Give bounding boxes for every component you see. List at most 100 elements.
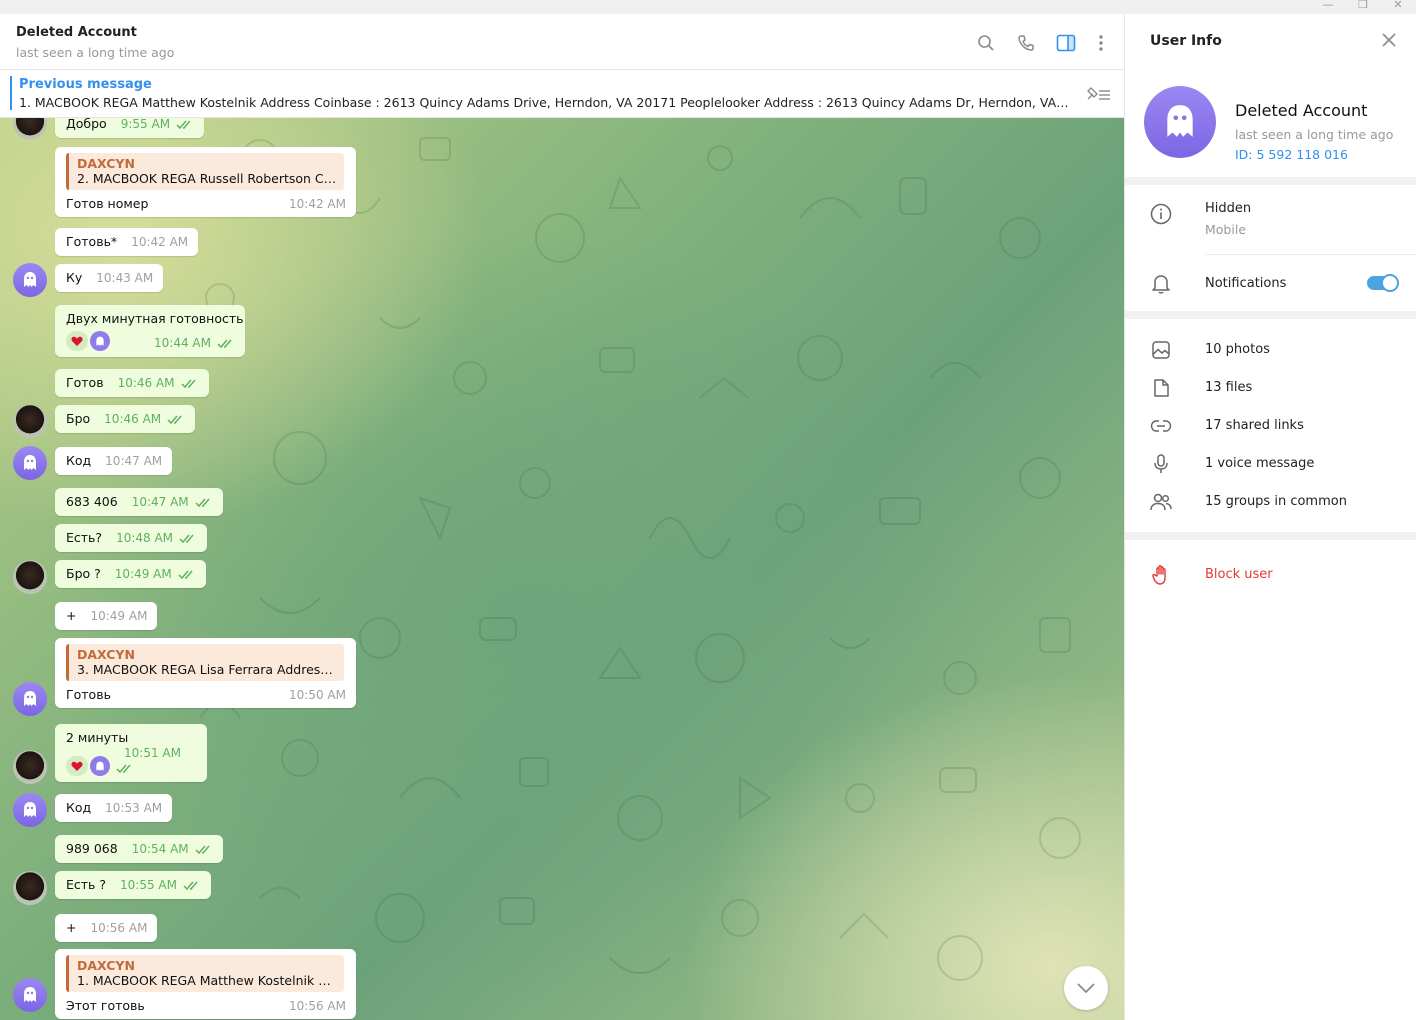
heart-reaction-icon[interactable] <box>66 331 88 351</box>
media-links[interactable]: 17 shared links <box>1205 418 1304 433</box>
message-time: 10:47 AM <box>131 495 189 509</box>
photo-icon <box>1149 338 1173 362</box>
message-bubble[interactable]: DAXCYN 3. MACBOOK REGA Lisa Ferrara Addr… <box>55 638 356 708</box>
profile-status: last seen a long time ago <box>1235 127 1394 142</box>
message-bubble[interactable]: 2 минуты 10:51 AM <box>55 724 207 782</box>
contact-avatar[interactable] <box>13 404 47 438</box>
message-bubble[interactable]: DAXCYN 2. MACBOOK REGA Russell Robertson… <box>55 147 356 217</box>
message-time: 10:54 AM <box>131 842 189 856</box>
pinned-message-bar[interactable]: Previous message 1. MACBOOK REGA Matthew… <box>0 70 1124 118</box>
message-time: 10:55 AM <box>120 878 177 892</box>
media-groups[interactable]: 15 groups in common <box>1205 494 1347 509</box>
message-bubble[interactable]: Добро 9:55 AM <box>55 118 205 138</box>
media-voice[interactable]: 1 voice message <box>1205 456 1314 471</box>
message-time: 10:49 AM <box>90 609 148 623</box>
reply-text: 2. MACBOOK REGA Russell Robertson Coi... <box>77 171 339 186</box>
message-bubble[interactable]: Есть ? 10:55 AM <box>55 871 211 899</box>
restore-button[interactable]: ❐ <box>1347 0 1379 13</box>
reply-preview[interactable]: DAXCYN 1. MACBOOK REGA Matthew Kostelnik… <box>66 955 344 992</box>
ghost-icon <box>24 272 36 287</box>
message-bubble[interactable]: +10:49 AM <box>55 602 158 630</box>
message-bubble[interactable]: Ку 10:43 AM <box>55 264 164 292</box>
media-photos[interactable]: 10 photos <box>1205 342 1270 357</box>
call-icon[interactable] <box>1015 32 1037 54</box>
message-time: 10:56 AM <box>90 921 148 935</box>
media-files[interactable]: 13 files <box>1205 380 1252 395</box>
message-reactions[interactable] <box>66 756 110 776</box>
block-user-button[interactable]: Block user <box>1205 567 1273 582</box>
read-ticks-icon <box>217 339 232 349</box>
ghost-avatar[interactable] <box>13 978 47 1012</box>
message-time: 10:46 AM <box>117 376 175 390</box>
message-time: 9:55 AM <box>120 118 171 131</box>
read-ticks-icon <box>195 498 210 508</box>
scroll-to-bottom-button[interactable] <box>1064 966 1108 1010</box>
panel-title: User Info <box>1150 33 1222 49</box>
message-bubble[interactable]: Бро ? 10:49 AM <box>55 560 206 588</box>
message-bubble[interactable]: Готов 10:46 AM <box>55 369 209 397</box>
message-reactions[interactable] <box>66 331 110 351</box>
reply-preview[interactable]: DAXCYN 2. MACBOOK REGA Russell Robertson… <box>66 153 344 190</box>
reply-text: 3. MACBOOK REGA Lisa Ferrara Address ... <box>77 662 339 677</box>
ghost-icon <box>24 691 36 706</box>
user-info-panel: User Info Deleted Account last seen a lo… <box>1124 14 1416 1020</box>
message-time: 10:47 AM <box>105 454 163 468</box>
message-time: 10:50 AM <box>289 688 346 702</box>
message-text: Добро <box>66 118 107 131</box>
section-separator <box>1125 177 1416 185</box>
ghost-avatar[interactable] <box>13 793 47 827</box>
contact-avatar[interactable] <box>13 871 47 905</box>
bell-icon <box>1149 272 1173 296</box>
profile-name: Deleted Account <box>1235 101 1368 120</box>
message-bubble[interactable]: +10:56 AM <box>55 914 158 942</box>
groups-icon <box>1149 490 1173 514</box>
section-separator <box>1125 532 1416 540</box>
message-bubble[interactable]: Готовь* 10:42 AM <box>55 228 199 256</box>
close-icon[interactable] <box>1381 32 1401 52</box>
read-ticks-icon <box>181 379 196 389</box>
chat-messages-area[interactable]: Добро 9:55 AM DAXCYN 2. MACBOOK REGA Russ… <box>0 118 1124 1020</box>
message-bubble[interactable]: 989 068 10:54 AM <box>55 835 223 863</box>
message-bubble[interactable]: Двух минутная готовность 10:44 AM <box>55 305 245 357</box>
message-bubble[interactable]: DAXCYN 1. MACBOOK REGA Matthew Kostelnik… <box>55 949 356 1019</box>
read-ticks-icon <box>167 415 182 425</box>
message-text: 2 минуты <box>66 730 129 745</box>
heart-reaction-icon[interactable] <box>66 756 88 776</box>
ghost-avatar[interactable] <box>13 682 47 716</box>
close-window-button[interactable]: ✕ <box>1382 0 1414 13</box>
info-icon <box>1149 202 1173 226</box>
profile-avatar[interactable] <box>1144 86 1216 158</box>
reactor-avatar-icon <box>90 331 110 351</box>
phone-value[interactable]: Hidden <box>1205 201 1251 216</box>
chat-title[interactable]: Deleted Account <box>16 25 137 40</box>
ghost-avatar[interactable] <box>13 446 47 480</box>
message-text: Есть? <box>66 530 103 545</box>
more-menu-icon[interactable] <box>1090 32 1112 54</box>
ghost-avatar[interactable] <box>13 263 47 297</box>
contact-avatar[interactable] <box>13 560 47 594</box>
reply-preview[interactable]: DAXCYN 3. MACBOOK REGA Lisa Ferrara Addr… <box>66 644 344 681</box>
message-bubble[interactable]: 683 406 10:47 AM <box>55 488 223 516</box>
contact-avatar[interactable] <box>13 750 47 784</box>
reply-text: 1. MACBOOK REGA Matthew Kostelnik Ad... <box>77 973 339 988</box>
notifications-toggle[interactable] <box>1367 274 1399 292</box>
search-icon[interactable] <box>975 32 997 54</box>
ghost-icon <box>1167 105 1193 137</box>
notifications-label: Notifications <box>1205 276 1287 291</box>
message-time: 10:42 AM <box>289 197 346 211</box>
minimize-button[interactable]: — <box>1312 0 1344 13</box>
window-titlebar: — ❐ ✕ <box>0 0 1416 14</box>
message-text: Код <box>66 453 92 468</box>
file-icon <box>1149 376 1173 400</box>
ghost-icon <box>24 455 36 470</box>
message-bubble[interactable]: Код 10:53 AM <box>55 794 173 822</box>
message-text: Есть ? <box>66 877 107 892</box>
profile-id[interactable]: ID: 5 592 118 016 <box>1235 147 1348 162</box>
message-bubble[interactable]: Есть? 10:48 AM <box>55 524 208 552</box>
message-bubble[interactable]: Бро 10:46 AM <box>55 405 196 433</box>
message-bubble[interactable]: Код 10:47 AM <box>55 447 173 475</box>
message-time: 10:42 AM <box>131 235 189 249</box>
message-text: Готов <box>66 375 104 390</box>
pinned-list-icon[interactable] <box>1084 83 1112 105</box>
sidebar-toggle-icon[interactable] <box>1055 32 1077 54</box>
